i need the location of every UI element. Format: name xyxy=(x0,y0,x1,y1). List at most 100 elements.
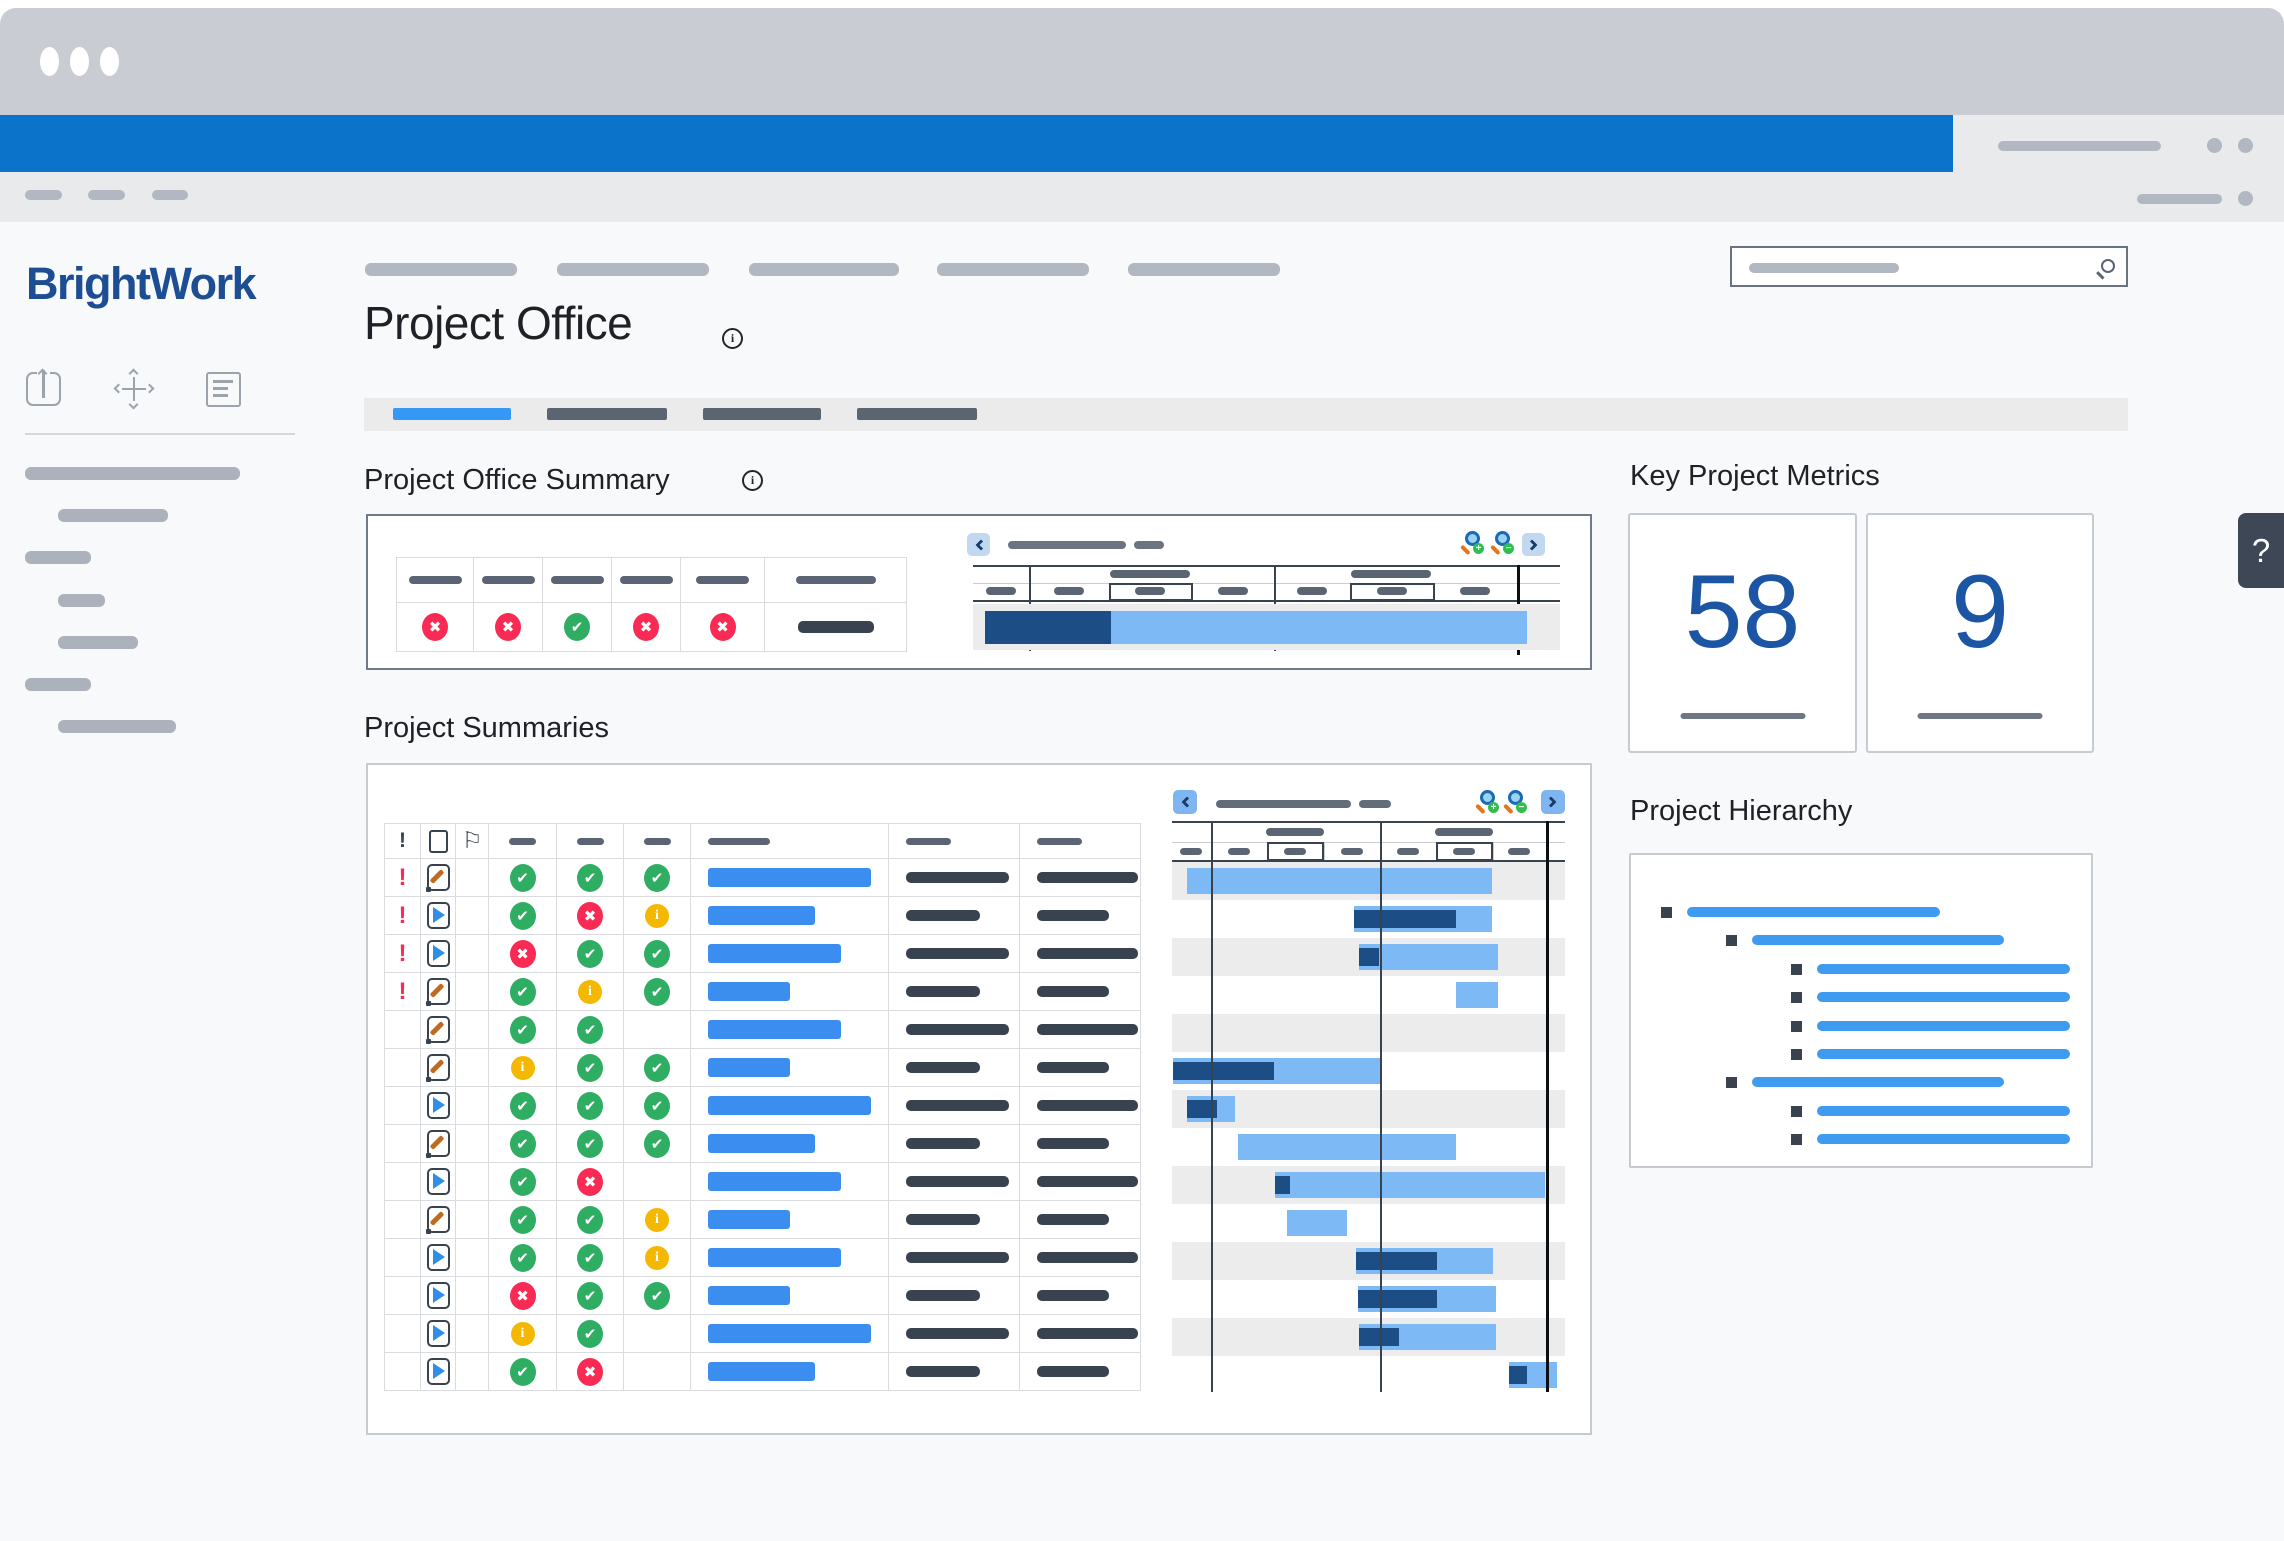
checkbox-icon xyxy=(429,830,448,853)
project-name-link[interactable] xyxy=(708,1096,871,1115)
project-name-cell xyxy=(691,1201,889,1239)
status-red-icon: ✖ xyxy=(577,1358,603,1386)
status-green-icon: ✔ xyxy=(564,613,590,641)
gantt-next-button[interactable] xyxy=(1522,533,1545,556)
play-document-icon[interactable] xyxy=(427,1320,450,1347)
hierarchy-item-link[interactable] xyxy=(1687,907,1940,917)
project-name-link[interactable] xyxy=(708,868,871,887)
gantt-header-line xyxy=(973,600,1560,602)
tab-item[interactable] xyxy=(857,408,977,420)
hierarchy-item-link[interactable] xyxy=(1817,992,2070,1002)
info-icon[interactable]: i xyxy=(722,328,743,349)
gantt-prev-button[interactable] xyxy=(967,533,990,556)
project-name-link[interactable] xyxy=(708,1172,841,1191)
summary-header-cell xyxy=(397,558,474,603)
doc-type-cell xyxy=(421,1049,456,1087)
sidebar-item[interactable] xyxy=(58,636,138,649)
top-nav-item[interactable] xyxy=(557,263,709,276)
zoom-in-icon[interactable]: + xyxy=(1475,790,1499,814)
edit-document-icon[interactable] xyxy=(427,1016,450,1043)
hierarchy-item-link[interactable] xyxy=(1817,1134,2070,1144)
tab-active[interactable] xyxy=(393,408,511,420)
status-green-icon: ✔ xyxy=(510,1206,536,1234)
hierarchy-item-link[interactable] xyxy=(1817,1106,2070,1116)
sidebar-item[interactable] xyxy=(25,467,240,480)
play-document-icon[interactable] xyxy=(427,1358,450,1385)
pencil-glyph xyxy=(429,1135,444,1150)
hierarchy-item-link[interactable] xyxy=(1752,1077,2004,1087)
top-nav-item[interactable] xyxy=(1128,263,1280,276)
project-name-link[interactable] xyxy=(708,1058,790,1077)
play-document-icon[interactable] xyxy=(427,902,450,929)
sidebar-item[interactable] xyxy=(58,720,176,733)
play-document-icon[interactable] xyxy=(427,1282,450,1309)
gantt-week-placeholder xyxy=(1341,848,1363,855)
table-row: i✔ xyxy=(385,1315,1141,1353)
search-icon[interactable] xyxy=(2096,259,2115,278)
hierarchy-item-link[interactable] xyxy=(1817,1021,2070,1031)
project-name-link[interactable] xyxy=(708,1020,841,1039)
project-name-cell xyxy=(691,1011,889,1049)
zoom-out-icon[interactable]: − xyxy=(1490,531,1514,555)
alert-cell xyxy=(385,1277,421,1315)
project-name-link[interactable] xyxy=(708,1134,815,1153)
top-nav-item[interactable] xyxy=(937,263,1089,276)
gantt-title-placeholder xyxy=(1134,541,1164,549)
edit-document-icon[interactable] xyxy=(427,978,450,1005)
hierarchy-item-link[interactable] xyxy=(1817,964,2070,974)
gantt-current-period-box xyxy=(1267,842,1324,861)
play-document-icon[interactable] xyxy=(427,1244,450,1271)
sidebar-item[interactable] xyxy=(25,678,91,691)
play-document-icon[interactable] xyxy=(427,1168,450,1195)
project-name-link[interactable] xyxy=(708,1362,815,1381)
project-name-link[interactable] xyxy=(708,1248,841,1267)
top-nav-item[interactable] xyxy=(749,263,899,276)
page-title: Project Office xyxy=(364,296,632,350)
sidebar-item[interactable] xyxy=(58,594,105,607)
sidebar-item[interactable] xyxy=(25,551,91,564)
zoom-in-icon[interactable]: + xyxy=(1460,531,1484,555)
gantt-current-period-box xyxy=(1436,842,1493,861)
status-cell: ✔ xyxy=(489,973,557,1011)
data-cell xyxy=(1020,1239,1141,1277)
search-input[interactable] xyxy=(1730,246,2128,287)
gantt-prev-button[interactable] xyxy=(1173,790,1197,814)
edit-document-icon[interactable] xyxy=(427,864,450,891)
hierarchy-bullet xyxy=(1791,964,1802,975)
move-icon[interactable] xyxy=(115,370,153,408)
status-green-icon: ✔ xyxy=(577,1092,603,1120)
project-name-link[interactable] xyxy=(708,1324,871,1343)
project-name-link[interactable] xyxy=(708,982,790,1001)
alert-cell xyxy=(385,1125,421,1163)
gantt-next-button[interactable] xyxy=(1541,790,1565,814)
gantt-current-period-box xyxy=(1109,583,1193,601)
tab-item[interactable] xyxy=(547,408,667,420)
browser-controls-area xyxy=(1953,115,2284,172)
project-name-cell xyxy=(691,1277,889,1315)
project-name-link[interactable] xyxy=(708,1286,790,1305)
pencil-dot xyxy=(426,1077,431,1082)
hierarchy-item-link[interactable] xyxy=(1752,935,2004,945)
zoom-out-icon[interactable]: − xyxy=(1503,790,1527,814)
tab-item[interactable] xyxy=(703,408,821,420)
top-nav-item[interactable] xyxy=(365,263,517,276)
info-icon[interactable]: i xyxy=(742,470,763,491)
project-name-link[interactable] xyxy=(708,944,841,963)
project-name-link[interactable] xyxy=(708,1210,790,1229)
value-placeholder xyxy=(1037,1138,1109,1149)
hierarchy-bullet xyxy=(1726,935,1737,946)
upload-icon[interactable] xyxy=(26,372,61,406)
hierarchy-item-link[interactable] xyxy=(1817,1049,2070,1059)
play-document-icon[interactable] xyxy=(427,1092,450,1119)
project-name-link[interactable] xyxy=(708,906,815,925)
edit-document-icon[interactable] xyxy=(427,1206,450,1233)
status-cell: ✖ xyxy=(557,1353,624,1391)
sidebar-item[interactable] xyxy=(58,509,168,522)
value-placeholder xyxy=(906,948,1009,959)
play-document-icon[interactable] xyxy=(427,940,450,967)
play-glyph xyxy=(433,1173,445,1189)
document-list-icon[interactable] xyxy=(206,372,241,407)
edit-document-icon[interactable] xyxy=(427,1054,450,1081)
help-button[interactable]: ? xyxy=(2238,513,2284,588)
edit-document-icon[interactable] xyxy=(427,1130,450,1157)
